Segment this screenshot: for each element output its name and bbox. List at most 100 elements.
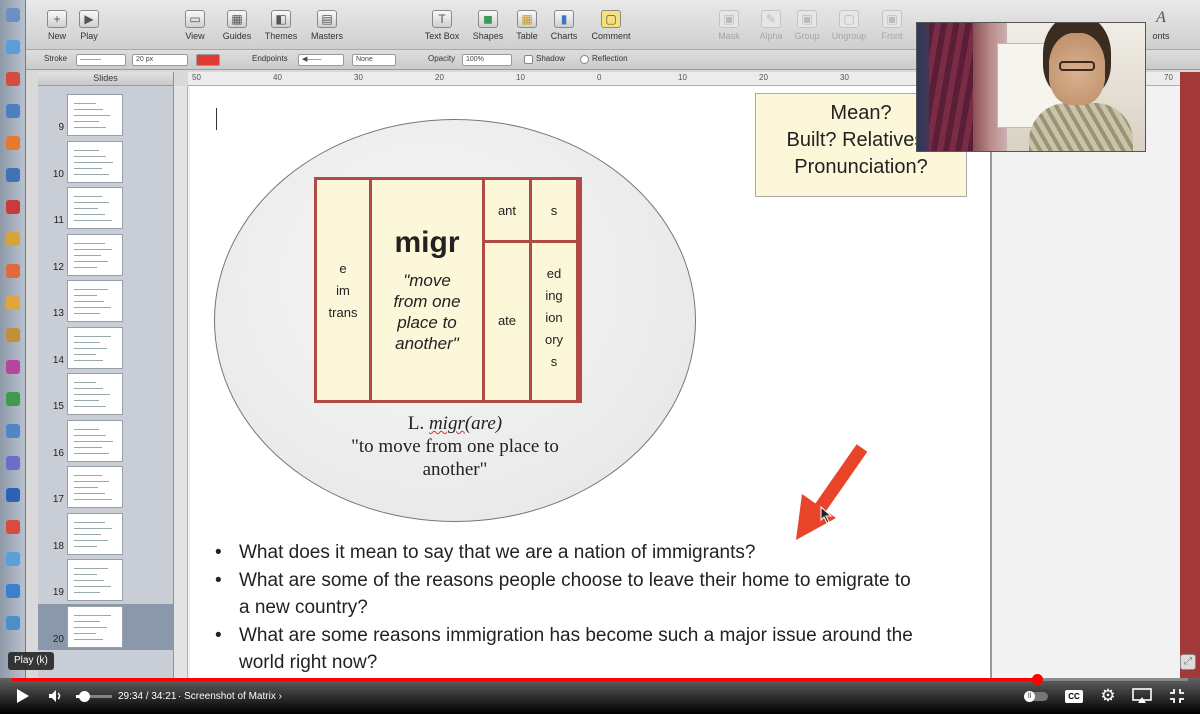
matrix-suffix-cell: s: [529, 177, 579, 243]
play-icon[interactable]: [16, 688, 30, 704]
dock-app-icon[interactable]: [6, 584, 20, 598]
slide-thumbnail-row[interactable]: 20: [38, 603, 173, 650]
dock-app-icon[interactable]: [6, 200, 20, 214]
dock-app-icon[interactable]: [6, 456, 20, 470]
volume-slider[interactable]: [76, 691, 112, 702]
table-button[interactable]: ▦ Table: [506, 10, 548, 41]
dock-app-icon[interactable]: [6, 552, 20, 566]
stroke-color-well[interactable]: [196, 54, 220, 66]
slide-thumbnail-row[interactable]: 16: [38, 418, 173, 464]
comment-button[interactable]: ▢ Comment: [590, 10, 632, 41]
masters-icon: ▤: [317, 10, 337, 28]
slide-thumbnail[interactable]: [67, 94, 123, 136]
latin-origin[interactable]: L. migr(are) "to move from one place to …: [340, 412, 570, 481]
slide-thumbnail-row[interactable]: 11: [38, 185, 173, 231]
fullscreen-button[interactable]: [1166, 686, 1188, 706]
current-slide[interactable]: e im trans migr "move from one place to …: [190, 86, 992, 678]
video-progress-bar[interactable]: [12, 674, 1188, 685]
endpoint-end-select[interactable]: None: [352, 54, 396, 66]
bullet-item: What are some reasons immigration has be…: [215, 622, 915, 677]
slide-thumbnail[interactable]: [67, 233, 123, 276]
dock-app-icon[interactable]: [6, 328, 20, 342]
slide-thumbnail-row[interactable]: 10: [38, 139, 173, 185]
group-label: Group: [794, 31, 820, 41]
dock-app-icon[interactable]: [6, 72, 20, 86]
opacity-field[interactable]: 100%: [462, 54, 512, 66]
endpoint-start-select[interactable]: ◀——: [298, 54, 344, 66]
slides-panel-title: Slides: [38, 72, 173, 86]
airplay-button[interactable]: [1131, 686, 1153, 706]
reflection-checkbox[interactable]: [580, 55, 589, 64]
mask-icon: ▣: [719, 10, 739, 28]
autoplay-toggle[interactable]: ll: [1024, 686, 1050, 706]
slide-thumbnail-row[interactable]: 15: [38, 371, 173, 417]
view-button[interactable]: ▭ View: [174, 10, 216, 41]
dock-app-icon[interactable]: [6, 616, 20, 630]
stroke-size-field[interactable]: 20 px: [132, 54, 188, 66]
slide-thumbnail[interactable]: [67, 140, 123, 183]
dock-app-icon[interactable]: [6, 424, 20, 438]
slide-thumbnail[interactable]: [67, 280, 123, 322]
mouse-pointer-icon: [820, 506, 833, 524]
settings-button[interactable]: ⚙: [1097, 686, 1119, 706]
slide-thumbnail[interactable]: [67, 605, 123, 648]
shadow-checkbox[interactable]: [524, 55, 533, 64]
dock-app-icon[interactable]: [6, 296, 20, 310]
dock-app-icon[interactable]: [6, 232, 20, 246]
slide-thumbnail-row[interactable]: 17: [38, 464, 173, 510]
dock-app-icon[interactable]: [6, 360, 20, 374]
dock-app-icon[interactable]: [6, 264, 20, 278]
dock-app-icon[interactable]: [6, 392, 20, 406]
slide-number: 13: [52, 308, 64, 319]
slide-number: 16: [52, 447, 64, 459]
dock-app-icon[interactable]: [6, 488, 20, 502]
slide-thumbnail-row[interactable]: 13: [38, 278, 173, 324]
mask-button[interactable]: ▣ Mask: [708, 10, 750, 41]
chapter-title[interactable]: · Screenshot of Matrix ›: [178, 691, 282, 702]
captions-button[interactable]: CC: [1063, 686, 1085, 706]
word-matrix[interactable]: e im trans migr "move from one place to …: [314, 177, 582, 403]
root-meaning: "move from one place to another": [393, 271, 461, 353]
shapes-button[interactable]: ◼ Shapes: [467, 10, 509, 41]
vertical-ruler: [174, 86, 188, 678]
dock-app-icon[interactable]: [6, 168, 20, 182]
expand-icon[interactable]: ⤢: [1180, 654, 1196, 670]
stroke-style-select[interactable]: ———: [76, 54, 126, 66]
slide-thumbnail[interactable]: [67, 466, 123, 508]
charts-button[interactable]: ▮ Charts: [543, 10, 585, 41]
front-button[interactable]: ▣ Front: [871, 10, 913, 41]
dock-app-icon[interactable]: [6, 40, 20, 54]
slide-thumbnail[interactable]: [67, 326, 123, 369]
dock-app-icon[interactable]: [6, 520, 20, 534]
slide-thumbnail-row[interactable]: 12: [38, 232, 173, 278]
shadow-label: Shadow: [536, 54, 565, 63]
ungroup-button[interactable]: ▢ Ungroup: [828, 10, 870, 41]
textbox-icon: T: [432, 10, 452, 28]
slide-thumbnail[interactable]: [67, 187, 123, 229]
guides-label: Guides: [222, 31, 252, 41]
time-current: 29:34: [118, 691, 144, 702]
slide-thumbnail-row[interactable]: 9: [38, 92, 173, 138]
slide-thumbnail[interactable]: [67, 419, 123, 462]
time-total: 34:21: [151, 691, 177, 702]
stroke-label: Stroke: [44, 54, 68, 63]
play-button[interactable]: ▶ Play: [68, 10, 110, 41]
textbox-button[interactable]: T Text Box: [421, 10, 463, 41]
themes-button[interactable]: ◧ Themes: [260, 10, 302, 41]
group-button[interactable]: ▣ Group: [786, 10, 828, 41]
red-arrow[interactable]: [790, 442, 880, 552]
slide-thumbnail-row[interactable]: 19: [38, 557, 173, 603]
volume-icon[interactable]: [48, 689, 64, 703]
guides-button[interactable]: ▦ Guides: [216, 10, 258, 41]
slide-thumbnail-row[interactable]: 14: [38, 325, 173, 371]
chapter-label: Screenshot of Matrix: [184, 691, 276, 702]
slide-thumbnail[interactable]: [67, 373, 123, 415]
dock-app-icon[interactable]: [6, 104, 20, 118]
dock-app-icon[interactable]: [6, 136, 20, 150]
slide-thumbnail-row[interactable]: 18: [38, 511, 173, 557]
slide-thumbnail[interactable]: [67, 559, 123, 601]
fonts-button[interactable]: A onts: [1140, 10, 1182, 42]
slide-thumbnail[interactable]: [67, 512, 123, 555]
masters-button[interactable]: ▤ Masters: [306, 10, 348, 41]
dock-app-icon[interactable]: [6, 8, 20, 22]
